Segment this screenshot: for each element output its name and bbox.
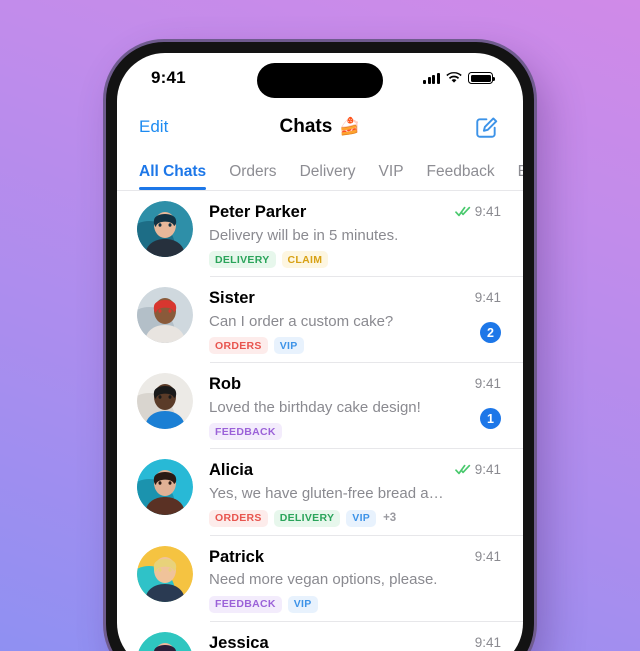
- chat-timestamp: 9:41: [474, 634, 501, 650]
- chat-time-line: 9:41: [475, 549, 501, 564]
- phone-frame: 9:41 Edit Chats 🍰 All Chats Orders Deliv…: [106, 42, 534, 651]
- avatar-jessica: [137, 631, 193, 651]
- status-bar-icons: [423, 72, 496, 84]
- page-title: Chats 🍰: [280, 116, 361, 138]
- chat-item-content: Patrick Need more vegan options, please. F…: [209, 546, 449, 613]
- chat-item-meta: 9:41: [449, 546, 501, 564]
- chat-item-content: Alicia Yes, we have gluten-free bread ava…: [209, 459, 449, 527]
- chat-time-line: 9:41: [475, 635, 501, 650]
- chat-preview-message: Yes, we have gluten-free bread available…: [209, 485, 449, 502]
- unread-count-badge: 1: [480, 408, 501, 430]
- chat-tag-feedback[interactable]: FEEDBACK: [209, 423, 282, 441]
- chat-time-line: 9:41: [454, 204, 501, 219]
- chat-item-content: Rob Loved the birthday cake design! FEEDBA…: [209, 373, 449, 441]
- chat-tag-delivery[interactable]: DELIVERY: [273, 509, 341, 527]
- chat-timestamp: 9:41: [474, 462, 501, 478]
- phone-screen: 9:41 Edit Chats 🍰 All Chats Orders Deliv…: [117, 53, 523, 651]
- avatar-peter-parker: [137, 201, 193, 257]
- chat-tag-row: ORDERS DELIVERY VIP +3: [209, 509, 449, 527]
- chat-contact-name: Sister: [209, 289, 255, 308]
- chat-item-content: Peter Parker Delivery will be in 5 minute…: [209, 201, 449, 269]
- chat-tag-vip[interactable]: VIP: [287, 595, 318, 613]
- chat-timestamp: 9:41: [474, 290, 501, 306]
- chat-contact-name: Rob: [209, 375, 242, 394]
- chat-item-meta: 9:41: [449, 201, 501, 219]
- chat-list-item[interactable]: Patrick Need more vegan options, please. F…: [117, 536, 523, 622]
- wifi-icon: [446, 72, 462, 83]
- chat-tag-row: ORDERS VIP: [209, 337, 449, 355]
- chat-contact-name: Peter Parker: [209, 203, 307, 221]
- chat-item-content: Sister Can I order a custom cake? ORDERS VI…: [209, 287, 449, 355]
- chat-contact-name: Patrick: [209, 547, 265, 566]
- unread-count-badge: 2: [480, 322, 501, 344]
- cellular-signal-icon: [423, 72, 440, 84]
- chat-contact-name: Jessica: [209, 633, 269, 651]
- tab-e[interactable]: E: [518, 163, 523, 190]
- tab-bar[interactable]: All Chats Orders Delivery VIP Feedback E: [117, 151, 523, 191]
- tab-orders[interactable]: Orders: [229, 163, 276, 190]
- tab-feedback[interactable]: Feedback: [427, 163, 495, 190]
- chat-preview-message: Can I order a custom cake?: [209, 312, 394, 330]
- chat-time-line: 9:41: [475, 376, 501, 391]
- chat-tag-row: FEEDBACK VIP: [209, 595, 449, 613]
- nav-bar: Edit Chats 🍰: [117, 103, 523, 151]
- chat-timestamp: 9:41: [474, 376, 501, 392]
- chat-tag-delivery[interactable]: DELIVERY: [209, 251, 276, 269]
- chat-list-item[interactable]: Peter Parker Delivery will be in 5 minute…: [117, 191, 523, 278]
- chat-tag-vip[interactable]: VIP: [346, 509, 377, 527]
- chat-tag-overflow-count[interactable]: +3: [382, 512, 396, 524]
- battery-full-icon: [468, 72, 496, 84]
- chat-time-line: 9:41: [475, 290, 501, 305]
- tab-all-chats[interactable]: All Chats: [139, 163, 207, 190]
- status-bar: 9:41: [117, 53, 523, 103]
- chat-preview-message: Delivery will be in 5 minutes.: [209, 226, 399, 244]
- chat-list-item[interactable]: Sister Can I order a custom cake? ORDERS VI…: [117, 277, 523, 364]
- chat-contact-name: Alicia: [209, 461, 254, 480]
- chat-item-meta: 9:41: [449, 632, 501, 650]
- chat-timestamp: 9:41: [474, 204, 501, 219]
- double-check-read-icon: [454, 206, 470, 217]
- tab-delivery[interactable]: Delivery: [300, 163, 356, 190]
- chat-list[interactable]: Peter Parker Delivery will be in 5 minute…: [117, 191, 523, 651]
- chat-timestamp: 9:41: [474, 548, 501, 564]
- chat-preview-message: Loved the birthday cake design!: [209, 398, 421, 416]
- chat-tag-feedback[interactable]: FEEDBACK: [209, 595, 282, 613]
- chat-list-item[interactable]: Rob Loved the birthday cake design! FEEDBA…: [117, 363, 523, 450]
- tab-vip[interactable]: VIP: [379, 163, 404, 190]
- edit-button[interactable]: Edit: [139, 117, 168, 137]
- chat-preview-message: Need more vegan options, please.: [209, 571, 438, 589]
- status-bar-time: 9:41: [151, 68, 186, 87]
- avatar-patrick: [137, 545, 193, 602]
- chat-tag-vip[interactable]: VIP: [273, 337, 304, 355]
- chat-tag-orders[interactable]: ORDERS: [209, 509, 268, 527]
- dynamic-island: [257, 63, 383, 98]
- chat-tag-orders[interactable]: ORDERS: [209, 337, 268, 355]
- chat-item-meta: 9:41 2: [449, 287, 501, 344]
- chat-item-content: JessicaNice, got it.: [209, 632, 449, 651]
- compose-message-icon[interactable]: [474, 115, 499, 140]
- chat-list-item[interactable]: Alicia Yes, we have gluten-free bread ava…: [117, 449, 523, 536]
- chat-time-line: 9:41: [454, 462, 501, 478]
- chat-tag-row: DELIVERY CLAIM: [209, 251, 449, 269]
- avatar-alicia: [137, 459, 193, 516]
- cake-emoji-icon: 🍰: [339, 117, 361, 136]
- chat-item-meta: 9:41 1: [449, 373, 501, 430]
- chat-list-item[interactable]: JessicaNice, got it. 9:41: [117, 622, 523, 651]
- chat-tag-claim[interactable]: CLAIM: [281, 251, 329, 269]
- chat-tag-row: FEEDBACK: [209, 423, 449, 441]
- avatar-sister: [137, 287, 193, 344]
- avatar-rob: [137, 373, 193, 430]
- chat-item-meta: 9:41: [449, 459, 501, 477]
- double-check-read-icon: [454, 465, 470, 475]
- page-title-text: Chats: [279, 116, 333, 137]
